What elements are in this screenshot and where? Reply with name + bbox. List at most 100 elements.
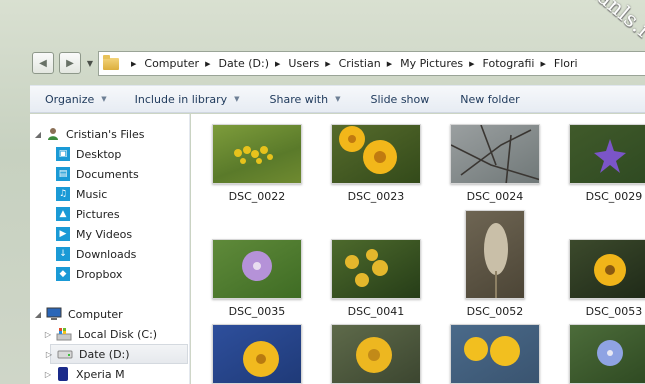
photo-thumbnail[interactable] bbox=[465, 210, 525, 299]
sunflower-icon bbox=[594, 254, 626, 286]
file-name[interactable]: DSC_0029 bbox=[554, 190, 645, 203]
yellow-daisy-icon bbox=[339, 126, 397, 174]
breadcrumb-item[interactable]: Date (D:) bbox=[218, 57, 269, 70]
share-label: Share with bbox=[269, 92, 329, 106]
breadcrumb[interactable]: ▶ Fotografii bbox=[463, 57, 534, 70]
chevron-right-icon: ▶ bbox=[275, 59, 281, 68]
chevron-down-icon: ▼ bbox=[335, 95, 341, 103]
collapsed-triangle-icon[interactable]: ▷ bbox=[45, 350, 53, 359]
yellow-flowers-icon bbox=[234, 146, 273, 164]
tree-label: Pictures bbox=[76, 207, 120, 221]
expanded-triangle-icon[interactable]: ◢ bbox=[34, 130, 42, 139]
navigation-bar: ◀ ▶ ▼ ▶ Computer ▶ Date (D:) ▶ Users ▶ Crist… bbox=[30, 48, 645, 78]
tree-item-local-disk[interactable]: ▷ Local Disk (C:) bbox=[44, 324, 202, 344]
breadcrumb[interactable]: ▶ Date (D:) bbox=[199, 57, 269, 70]
tree-label: My Videos bbox=[76, 227, 133, 241]
drive-icon bbox=[57, 348, 73, 360]
breadcrumb[interactable]: ▶ Cristian bbox=[319, 57, 380, 70]
breadcrumb-item[interactable]: Users bbox=[288, 57, 319, 70]
downloads-icon: ↓ bbox=[56, 247, 70, 261]
blue-flower-icon bbox=[597, 340, 623, 366]
file-name[interactable]: DSC_0053 bbox=[554, 305, 645, 318]
share-with-menu[interactable]: Share with ▼ bbox=[270, 93, 341, 106]
yellow-daisies-icon bbox=[464, 336, 520, 366]
slide-show-button[interactable]: Slide show bbox=[370, 93, 429, 106]
slideshow-label: Slide show bbox=[370, 92, 430, 106]
include-in-library-menu[interactable]: Include in library ▼ bbox=[135, 93, 240, 106]
videos-icon: ▶ bbox=[56, 227, 70, 241]
yellow-flower-sky-icon bbox=[243, 341, 279, 377]
tree-item-date-d[interactable]: ▷ Date (D:) bbox=[46, 344, 188, 364]
file-name[interactable]: DSC_0024 bbox=[435, 190, 555, 203]
chevron-right-icon: ▶ bbox=[325, 59, 331, 68]
breadcrumb[interactable]: ▶ Users bbox=[269, 57, 319, 70]
arrow-right-icon: ▶ bbox=[66, 57, 74, 69]
tree-label: Documents bbox=[76, 167, 139, 181]
tree-label: Computer bbox=[68, 307, 123, 321]
folder-icon bbox=[103, 54, 119, 70]
breadcrumb-item[interactable]: Cristian bbox=[339, 57, 381, 70]
file-name[interactable]: DSC_0023 bbox=[316, 190, 436, 203]
organize-label: Organize bbox=[45, 92, 95, 106]
photo-thumbnail[interactable] bbox=[212, 324, 302, 384]
expanded-triangle-icon[interactable]: ◢ bbox=[34, 310, 42, 319]
explorer-window: ◀ ▶ ▼ ▶ Computer ▶ Date (D:) ▶ Users ▶ Crist… bbox=[0, 0, 645, 384]
forward-button[interactable]: ▶ bbox=[59, 52, 81, 74]
photo-thumbnail[interactable] bbox=[212, 239, 302, 299]
photo-thumbnail[interactable] bbox=[212, 124, 302, 184]
breadcrumb[interactable]: ▶ Flori bbox=[535, 57, 578, 70]
new-folder-label: New folder bbox=[460, 92, 520, 106]
photo-thumbnail[interactable] bbox=[331, 239, 421, 299]
pictures-icon: ▲ bbox=[56, 207, 70, 221]
file-name[interactable]: DSC_0052 bbox=[435, 305, 555, 318]
yellow-blossom-icon bbox=[345, 249, 388, 287]
chevron-down-icon: ▼ bbox=[234, 95, 240, 103]
breadcrumb[interactable]: ▶ Computer bbox=[125, 57, 199, 70]
phone-icon bbox=[58, 367, 68, 381]
collapsed-triangle-icon[interactable]: ▷ bbox=[44, 330, 52, 339]
navigation-pane: ◢ Cristian's Files ▣ Desktop ▤ Documents… bbox=[30, 114, 190, 384]
breadcrumb-item[interactable]: My Pictures bbox=[400, 57, 463, 70]
breadcrumb[interactable]: ▶ My Pictures bbox=[381, 57, 463, 70]
desktop-icon: ▣ bbox=[56, 147, 70, 161]
address-bar[interactable]: ▶ Computer ▶ Date (D:) ▶ Users ▶ Cristian ▶ M… bbox=[98, 51, 645, 76]
organize-menu[interactable]: Organize ▼ bbox=[45, 93, 107, 106]
photo-thumbnail[interactable] bbox=[450, 124, 540, 184]
purple-flower-icon bbox=[594, 139, 626, 173]
tree-item-user-files[interactable]: ◢ Cristian's Files bbox=[34, 124, 192, 144]
tree-item-xperia[interactable]: ▷ Xperia M bbox=[44, 364, 202, 384]
chevron-right-icon: ▶ bbox=[540, 59, 546, 68]
documents-icon: ▤ bbox=[56, 167, 70, 181]
tree-label: Desktop bbox=[76, 147, 122, 161]
chevron-right-icon: ▶ bbox=[386, 59, 393, 68]
tree-label: Cristian's Files bbox=[66, 127, 145, 141]
photo-thumbnail[interactable] bbox=[331, 124, 421, 184]
new-folder-button[interactable]: New folder bbox=[460, 93, 519, 106]
branches-icon bbox=[451, 125, 539, 183]
photo-thumbnail[interactable] bbox=[450, 324, 540, 384]
chevron-down-icon: ▼ bbox=[101, 95, 107, 103]
photo-thumbnail[interactable] bbox=[569, 324, 645, 384]
music-icon: ♫ bbox=[56, 187, 70, 201]
tree-label: Xperia M bbox=[76, 367, 125, 381]
collapsed-triangle-icon[interactable]: ▷ bbox=[44, 370, 52, 379]
photo-thumbnail[interactable] bbox=[569, 239, 645, 299]
file-name[interactable]: DSC_0035 bbox=[197, 305, 317, 318]
breadcrumb-item[interactable]: Fotografii bbox=[483, 57, 535, 70]
chevron-down-icon: ▼ bbox=[86, 58, 94, 68]
photo-thumbnail[interactable] bbox=[331, 324, 421, 384]
file-name[interactable]: DSC_0022 bbox=[197, 190, 317, 203]
yellow-flower-icon bbox=[356, 337, 392, 373]
arrow-left-icon: ◀ bbox=[39, 57, 47, 69]
recent-pages-button[interactable]: ▼ bbox=[83, 52, 97, 74]
tree-label: Dropbox bbox=[76, 267, 123, 281]
photo-thumbnail[interactable] bbox=[569, 124, 645, 184]
back-button[interactable]: ◀ bbox=[32, 52, 54, 74]
file-name[interactable]: DSC_0041 bbox=[316, 305, 436, 318]
breadcrumb-item[interactable]: Computer bbox=[144, 57, 199, 70]
windows-disk-icon bbox=[56, 327, 72, 341]
file-view: DSC_0022 DSC_0023 DSC_0024 DSC_0029 DSC_… bbox=[191, 114, 645, 384]
tree-item-computer[interactable]: ◢ Computer bbox=[34, 304, 192, 324]
chevron-right-icon: ▶ bbox=[205, 59, 211, 68]
computer-icon bbox=[46, 307, 62, 321]
